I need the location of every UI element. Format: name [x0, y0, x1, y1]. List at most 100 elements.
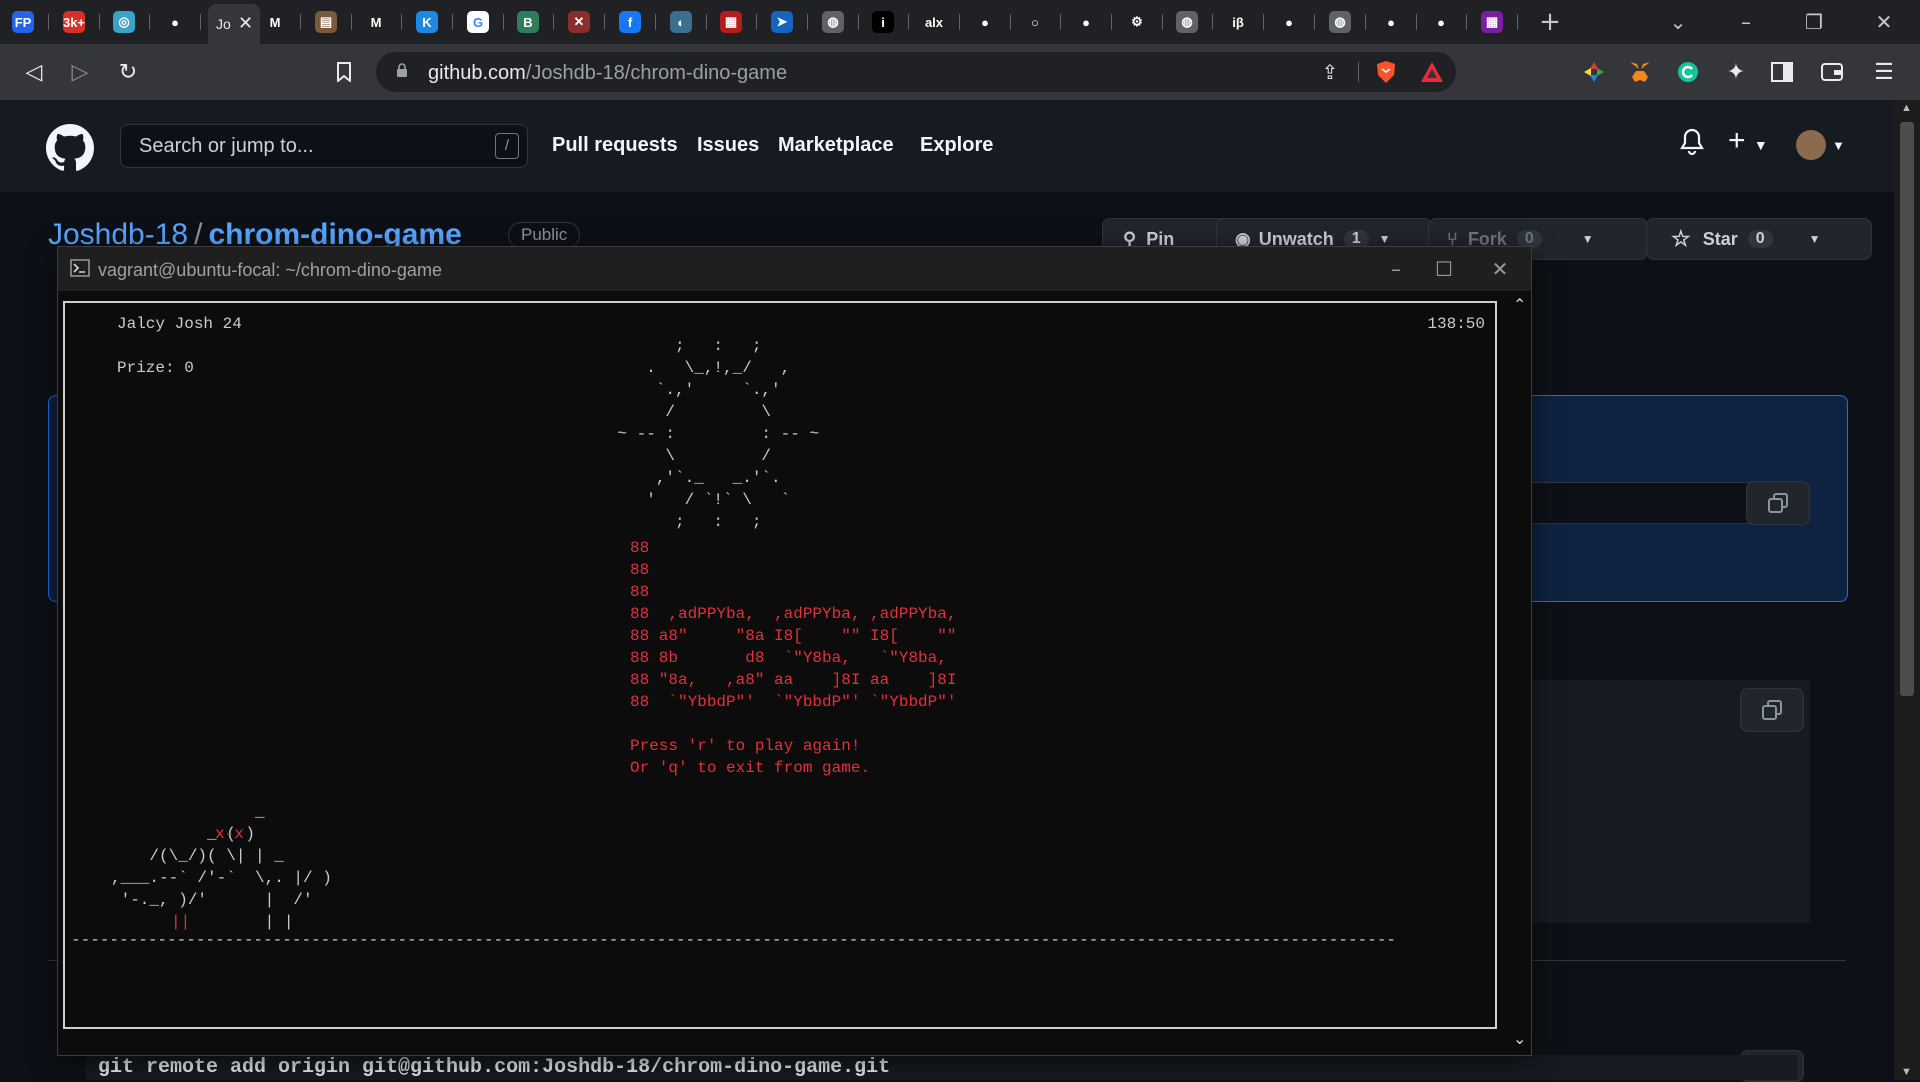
browser-tab[interactable]: ● [160, 8, 190, 36]
terminal-window[interactable]: vagrant@ubuntu-focal: ~/chrom-dino-game … [57, 246, 1532, 1056]
browser-tab[interactable]: ◎ [109, 8, 139, 36]
terminal-maximize-icon[interactable]: ☐ [1424, 255, 1464, 283]
ground-line: ----------------------------------------… [71, 931, 1397, 949]
avatar[interactable] [1796, 130, 1826, 160]
scroll-down-icon[interactable]: ⌄ [1513, 1029, 1526, 1049]
browser-tab[interactable]: iβ [1223, 8, 1253, 36]
tab-separator [401, 14, 402, 30]
wallet-icon[interactable] [1818, 58, 1846, 86]
terminal-close-icon[interactable]: ✕ [1480, 255, 1520, 283]
page-scrollbar[interactable]: ▲ ▼ [1894, 100, 1920, 1080]
browser-tab[interactable]: M [260, 8, 290, 36]
browser-tab[interactable]: alx [919, 8, 949, 36]
tab-separator [858, 14, 859, 30]
browser-tab[interactable]: ● [1274, 8, 1304, 36]
browser-tab[interactable]: ● [1426, 8, 1456, 36]
browser-tab[interactable]: ⚙ [1122, 8, 1152, 36]
google-icon: G [467, 11, 489, 33]
share-icon[interactable]: ⇪ [1316, 58, 1344, 86]
copy-icon[interactable] [1746, 481, 1810, 525]
sidebar-icon[interactable] [1768, 58, 1796, 86]
browser-tab[interactable]: f [615, 8, 645, 36]
nav-marketplace[interactable]: Marketplace [778, 134, 894, 157]
browser-tab[interactable]: ◍ [1172, 8, 1202, 36]
game-over-art: 88 88 88 88 ,adPPYba, ,adPPYba, ,adPPYba… [630, 539, 957, 711]
bookmark-icon[interactable] [330, 58, 358, 86]
restore-icon[interactable]: ❐ [1796, 8, 1832, 36]
close-tab-icon[interactable]: ✕ [238, 13, 253, 34]
metamask-icon[interactable] [1626, 58, 1654, 86]
browser-tab[interactable]: ▦ [716, 8, 746, 36]
browser-tab[interactable]: ◍ [818, 8, 848, 36]
nav-pull-requests[interactable]: Pull requests [552, 134, 678, 157]
exit-prompt: Or 'q' to exit from game. [630, 759, 871, 777]
browser-tab[interactable]: ● [1071, 8, 1101, 36]
copy-icon[interactable] [1740, 688, 1804, 732]
extensions-icon[interactable]: ✦ [1722, 58, 1750, 86]
tab-separator [149, 14, 150, 30]
scrollbar-thumb[interactable] [1900, 122, 1914, 696]
browser-tab[interactable]: ● [1376, 8, 1406, 36]
browser-tab[interactable]: ✕ [564, 8, 594, 36]
browser-tab[interactable]: K [412, 8, 442, 36]
search-placeholder: Search or jump to... [139, 135, 314, 157]
close-window-icon[interactable]: ✕ [1866, 8, 1902, 36]
new-tab-button[interactable]: + [1532, 7, 1568, 37]
github-icon: ● [1430, 11, 1452, 33]
browser-tab[interactable]: ◐ [666, 8, 696, 36]
terminal-scrollbar[interactable]: ⌃ ⌄ [1511, 291, 1529, 1055]
browser-tab[interactable]: ◍ [1325, 8, 1355, 36]
browser-tab[interactable]: ▦ [1477, 8, 1507, 36]
scroll-up-icon[interactable]: ▲ [1901, 102, 1912, 114]
browser-tab[interactable]: ● [970, 8, 1000, 36]
brave-shield-icon[interactable] [1372, 58, 1400, 86]
active-tab[interactable]: Jo ✕ [208, 4, 260, 44]
scroll-up-icon[interactable]: ⌃ [1513, 295, 1526, 315]
star-button[interactable]: ☆ Star 0 ▼ [1646, 218, 1872, 260]
tab-separator [1010, 14, 1011, 30]
github-search-input[interactable]: Search or jump to... / [120, 124, 528, 168]
back-icon[interactable]: ◁ [20, 58, 48, 86]
terminal-minimize-icon[interactable]: – [1376, 255, 1416, 283]
avatar-dropdown-icon[interactable]: ▼ [1832, 138, 1845, 153]
generic-icon: ◐ [670, 11, 692, 33]
browser-tab[interactable]: 3k+ [59, 8, 89, 36]
player-name: Jalcy Josh 24 [117, 315, 242, 333]
reload-icon[interactable]: ↻ [114, 58, 142, 86]
grammarly-icon[interactable] [1674, 58, 1702, 86]
forward-icon[interactable]: ▷ [66, 58, 94, 86]
tab-search-icon[interactable]: ⌄ [1660, 8, 1696, 36]
tab-separator [1162, 14, 1163, 30]
menu-icon[interactable]: ☰ [1870, 58, 1898, 86]
color-extension-icon[interactable] [1580, 58, 1608, 86]
tab-separator [1365, 14, 1366, 30]
minimize-icon[interactable]: – [1728, 8, 1764, 36]
browser-tab[interactable]: ○ [1020, 8, 1050, 36]
prize-counter: Prize: 0 [117, 359, 194, 377]
browser-tab[interactable]: B [513, 8, 543, 36]
fp-icon: FP [12, 11, 34, 33]
github-logo-icon[interactable] [46, 124, 94, 172]
fork-dropdown-icon[interactable]: ▼ [1582, 232, 1594, 246]
brave-rewards-icon[interactable] [1418, 58, 1446, 86]
create-new-icon[interactable]: + ▼ [1728, 124, 1768, 158]
browser-tab[interactable]: ➤ [767, 8, 797, 36]
notifications-icon[interactable] [1680, 128, 1704, 161]
star-dropdown-icon[interactable]: ▼ [1809, 232, 1821, 246]
scroll-down-icon[interactable]: ▼ [1901, 1066, 1912, 1078]
terminal-titlebar[interactable]: vagrant@ubuntu-focal: ~/chrom-dino-game … [58, 247, 1531, 291]
browser-tab[interactable]: G [463, 8, 493, 36]
nav-issues[interactable]: Issues [697, 134, 759, 157]
watch-dropdown-icon[interactable]: ▼ [1379, 232, 1391, 246]
browser-tab[interactable]: M [361, 8, 391, 36]
visibility-badge: Public [508, 222, 581, 248]
browser-tab[interactable]: ▤ [311, 8, 341, 36]
tab-separator [300, 14, 301, 30]
address-bar[interactable]: github.com/Joshdb-18/chrom-dino-game ⇪ [376, 52, 1456, 92]
game-screen[interactable]: Jalcy Josh 24 Prize: 0 138:50 ; : ; . \_… [63, 301, 1497, 1029]
browser-tab[interactable]: FP [8, 8, 38, 36]
ib-icon: iβ [1227, 11, 1249, 33]
nav-explore[interactable]: Explore [920, 134, 993, 157]
clone-url-input[interactable] [1530, 482, 1750, 524]
browser-tab[interactable]: i [868, 8, 898, 36]
